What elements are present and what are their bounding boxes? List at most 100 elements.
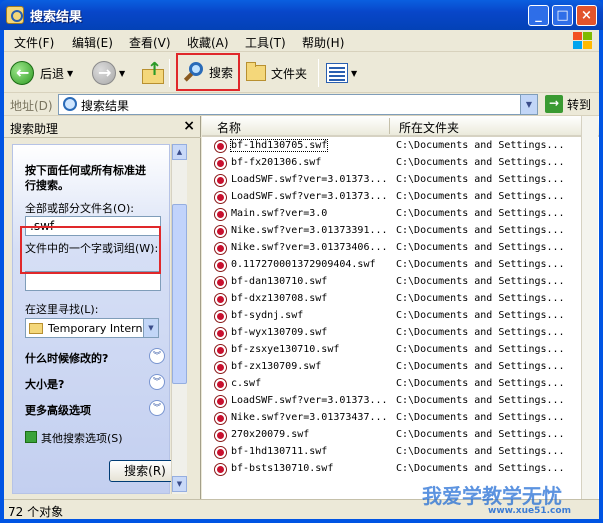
size-option[interactable]: 大小是?	[25, 376, 64, 392]
back-label: 后退	[40, 66, 65, 81]
chevron-down-icon[interactable]: ︾	[149, 374, 165, 390]
watermark-url: www.xue51.com	[488, 506, 571, 516]
address-dropdown-icon[interactable]: ▼	[520, 95, 537, 114]
maximize-button[interactable]: □	[552, 5, 573, 26]
table-row[interactable]: 270x20079.swf C:\Documents and Settings..…	[202, 427, 599, 444]
table-row[interactable]: LoadSWF.swf?ver=3.01373... C:\Documents a…	[202, 393, 599, 410]
file-location: C:\Documents and Settings...	[396, 208, 565, 219]
file-location: C:\Documents and Settings...	[396, 446, 565, 457]
go-arrow-icon: →	[545, 95, 563, 113]
table-row[interactable]: bf-1hd130711.swf C:\Documents and Setting…	[202, 444, 599, 461]
scroll-down-icon[interactable]: ▼	[172, 476, 187, 492]
minimize-button[interactable]: _	[528, 5, 549, 26]
menu-edit[interactable]: 编辑(E)	[72, 34, 113, 51]
flash-file-icon	[214, 225, 227, 238]
toolbar: 后退 ▼ ▼ ↑ 文件夹 ▼	[4, 53, 599, 93]
forward-dropdown-icon[interactable]: ▼	[119, 69, 125, 78]
flash-file-icon	[214, 361, 227, 374]
up-folder-button[interactable]: ↑	[142, 57, 164, 89]
search-companion-pane: 搜索助理 × 按下面任何或所有标准进行搜索。 全部或部分文件名(O): .swf…	[4, 116, 201, 499]
toolbar-separator	[169, 59, 170, 87]
file-name: bf-zx130709.swf	[231, 361, 322, 372]
look-in-dropdown-icon[interactable]: ▼	[143, 319, 158, 337]
advanced-options[interactable]: 更多高级选项	[25, 402, 91, 418]
menu-tools[interactable]: 工具(T)	[245, 34, 286, 51]
table-row[interactable]: bf-sydnj.swf C:\Documents and Settings...	[202, 308, 599, 325]
column-divider[interactable]	[389, 118, 390, 134]
flash-file-icon	[214, 446, 227, 459]
table-row[interactable]: bf-fx201306.swf C:\Documents and Settings…	[202, 155, 599, 172]
table-row[interactable]: bf-wyx130709.swf C:\Documents and Setting…	[202, 325, 599, 342]
address-input[interactable]: 搜索结果 ▼	[58, 94, 538, 115]
back-dropdown-icon[interactable]: ▼	[67, 69, 73, 78]
other-search-options-link[interactable]: 其他搜索选项(S)	[41, 430, 123, 446]
back-arrow-icon	[10, 61, 34, 85]
scroll-thumb[interactable]	[172, 204, 187, 384]
file-name: bf-sydnj.swf	[231, 310, 304, 321]
file-location: C:\Documents and Settings...	[396, 276, 565, 287]
column-name[interactable]: 名称	[217, 119, 241, 136]
chevron-down-icon[interactable]: ︾	[149, 348, 165, 364]
table-row[interactable]: bf-zx130709.swf C:\Documents and Settings…	[202, 359, 599, 376]
table-row[interactable]: LoadSWF.swf?ver=3.01373... C:\Documents a…	[202, 189, 599, 206]
go-button[interactable]: → 转到	[545, 95, 591, 113]
table-row[interactable]: Nike.swf?ver=3.01373391... C:\Documents a…	[202, 223, 599, 240]
title-bar[interactable]: 搜索结果 _ □ ×	[0, 0, 603, 30]
when-modified-option[interactable]: 什么时候修改的?	[25, 350, 108, 366]
search-results-icon	[6, 6, 24, 24]
table-row[interactable]: Nike.swf?ver=3.01373437... C:\Documents a…	[202, 410, 599, 427]
table-row[interactable]: LoadSWF.swf?ver=3.01373... C:\Documents a…	[202, 172, 599, 189]
table-row[interactable]: Nike.swf?ver=3.01373406... C:\Documents a…	[202, 240, 599, 257]
file-location: C:\Documents and Settings...	[396, 327, 565, 338]
search-button[interactable]: 搜索	[176, 53, 240, 91]
close-pane-icon[interactable]: ×	[183, 118, 195, 134]
search-heading: 按下面任何或所有标准进行搜索。	[25, 164, 146, 192]
folders-button[interactable]: 文件夹	[246, 57, 307, 89]
folders-label: 文件夹	[271, 66, 308, 81]
word-phrase-input[interactable]	[25, 271, 161, 291]
file-location: C:\Documents and Settings...	[396, 225, 565, 236]
menu-help[interactable]: 帮助(H)	[302, 34, 344, 51]
flash-file-icon	[214, 327, 227, 340]
file-location: C:\Documents and Settings...	[396, 344, 565, 355]
search-pane-scrollbar[interactable]: ▲ ▼	[171, 144, 187, 494]
flash-file-icon	[214, 140, 227, 153]
table-row[interactable]: Main.swf?ver=3.0 C:\Documents and Setting…	[202, 206, 599, 223]
scroll-up-icon[interactable]: ▲	[172, 144, 187, 160]
back-button[interactable]: 后退 ▼	[10, 57, 73, 89]
look-in-select[interactable]: Temporary Interne ▼	[25, 318, 159, 338]
address-bar: 地址(D) 搜索结果 ▼ → 转到	[4, 93, 599, 116]
file-location: C:\Documents and Settings...	[396, 242, 565, 253]
file-name: bf-wyx130709.swf	[231, 327, 328, 338]
table-row[interactable]: bf-dan130710.swf C:\Documents and Setting…	[202, 274, 599, 291]
search-pane-title: 搜索助理	[10, 122, 59, 136]
chevron-down-icon[interactable]: ︾	[149, 400, 165, 416]
table-row[interactable]: 0.117270001372909404.swf C:\Documents and…	[202, 257, 599, 274]
menu-file[interactable]: 文件(F)	[14, 34, 54, 51]
file-name: LoadSWF.swf?ver=3.01373...	[231, 395, 388, 406]
flash-file-icon	[214, 293, 227, 306]
table-row[interactable]: bf-1hd130705.swf C:\Documents and Setting…	[202, 138, 599, 155]
other-search-icon	[25, 431, 37, 443]
file-location: C:\Documents and Settings...	[396, 140, 565, 151]
toolbar-separator	[318, 59, 319, 87]
flash-file-icon	[214, 242, 227, 255]
close-button[interactable]: ×	[576, 5, 597, 26]
views-button[interactable]: ▼	[326, 57, 357, 89]
table-row[interactable]: c.swf C:\Documents and Settings...	[202, 376, 599, 393]
menu-view[interactable]: 查看(V)	[129, 34, 171, 51]
forward-button[interactable]: ▼	[92, 57, 125, 89]
file-name: bf-fx201306.swf	[231, 157, 322, 168]
table-row[interactable]: bf-dxz130708.swf C:\Documents and Setting…	[202, 291, 599, 308]
file-location: C:\Documents and Settings...	[396, 310, 565, 321]
table-row[interactable]: bf-zsxye130710.swf C:\Documents and Setti…	[202, 342, 599, 359]
flash-file-icon	[214, 310, 227, 323]
menu-favorites[interactable]: 收藏(A)	[187, 34, 229, 51]
flash-file-icon	[214, 157, 227, 170]
results-scrollbar[interactable]	[581, 116, 598, 499]
views-dropdown-icon[interactable]: ▼	[351, 69, 357, 78]
search-pane-header: 搜索助理 ×	[4, 116, 201, 138]
watermark-text: 我爱学教学无忧	[422, 484, 562, 508]
file-name: bf-dxz130708.swf	[231, 293, 328, 304]
column-location[interactable]: 所在文件夹	[399, 119, 459, 136]
